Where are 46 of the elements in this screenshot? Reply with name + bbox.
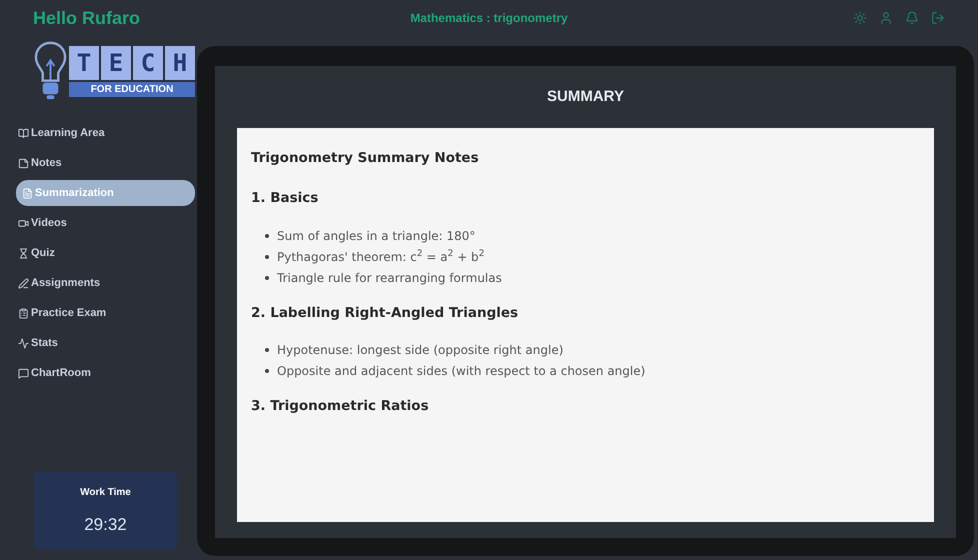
bullet-icon bbox=[265, 368, 269, 373]
section-heading: 3. Trigonometric Ratios bbox=[251, 396, 430, 416]
document-icon bbox=[22, 188, 33, 198]
pen-icon bbox=[18, 278, 29, 288]
lightbulb-icon bbox=[34, 40, 67, 102]
sidebar-item[interactable]: Stats bbox=[16, 330, 195, 356]
brightness-icon[interactable] bbox=[853, 11, 867, 25]
sidebar-item[interactable]: Notes bbox=[16, 150, 195, 176]
work-time-value: 29:32 bbox=[84, 514, 127, 536]
bullet-text: Opposite and adjacent sides (with respect to a chosen angle) bbox=[277, 362, 646, 380]
bullet-text: Pythagoras' theorem: c$^{2}$ = a$^{2}$ + b$^{2}$ bbox=[277, 248, 484, 266]
logo-letter: T bbox=[69, 46, 99, 80]
greeting: Hello Rufaro bbox=[33, 6, 142, 30]
logo-letter: H bbox=[165, 46, 195, 80]
note-icon bbox=[18, 158, 29, 168]
bullet-icon bbox=[265, 348, 269, 352]
bullet-icon bbox=[265, 234, 269, 238]
logout-icon[interactable] bbox=[931, 11, 945, 25]
logo-subtitle: FOR EDUCATION bbox=[69, 82, 195, 96]
bullet-text: Triangle rule for rearranging formulas bbox=[277, 270, 502, 286]
logo-letter: C bbox=[133, 46, 163, 80]
sidebar-item[interactable]: Practice Exam bbox=[16, 300, 195, 326]
work-time-label: Work Time bbox=[80, 486, 131, 500]
bullet-text: Sum of angles in a triangle: 180° bbox=[277, 228, 476, 244]
video-icon bbox=[18, 218, 29, 228]
chart-line-icon bbox=[18, 338, 29, 348]
summary-title: SUMMARY bbox=[547, 86, 624, 107]
chat-icon bbox=[18, 368, 29, 378]
sidebar-item[interactable]: Quiz bbox=[16, 240, 195, 266]
bullet-icon bbox=[265, 254, 269, 258]
logo-letter: E bbox=[101, 46, 131, 80]
profile-icon[interactable] bbox=[879, 11, 893, 25]
sidebar-item[interactable]: ChartRoom bbox=[16, 360, 195, 386]
sidebar-item[interactable]: Assignments bbox=[16, 270, 195, 296]
section-heading: 2. Labelling Right-Angled Triangles bbox=[251, 304, 520, 322]
book-icon bbox=[18, 128, 29, 138]
bullet-icon bbox=[265, 276, 269, 280]
bell-icon[interactable] bbox=[905, 11, 919, 25]
clipboard-icon bbox=[18, 308, 29, 318]
sidebar-item[interactable]: Learning Area bbox=[16, 120, 195, 146]
subject-title: Mathematics : trigonometry bbox=[409, 10, 569, 27]
bullet-text: Hypotenuse: longest side (opposite right angle) bbox=[277, 342, 564, 359]
hourglass-icon bbox=[18, 248, 29, 258]
notes-title: Trigonometry Summary Notes bbox=[251, 149, 480, 168]
section-heading: 1. Basics bbox=[251, 189, 320, 208]
sidebar-item[interactable]: Videos bbox=[16, 210, 195, 236]
